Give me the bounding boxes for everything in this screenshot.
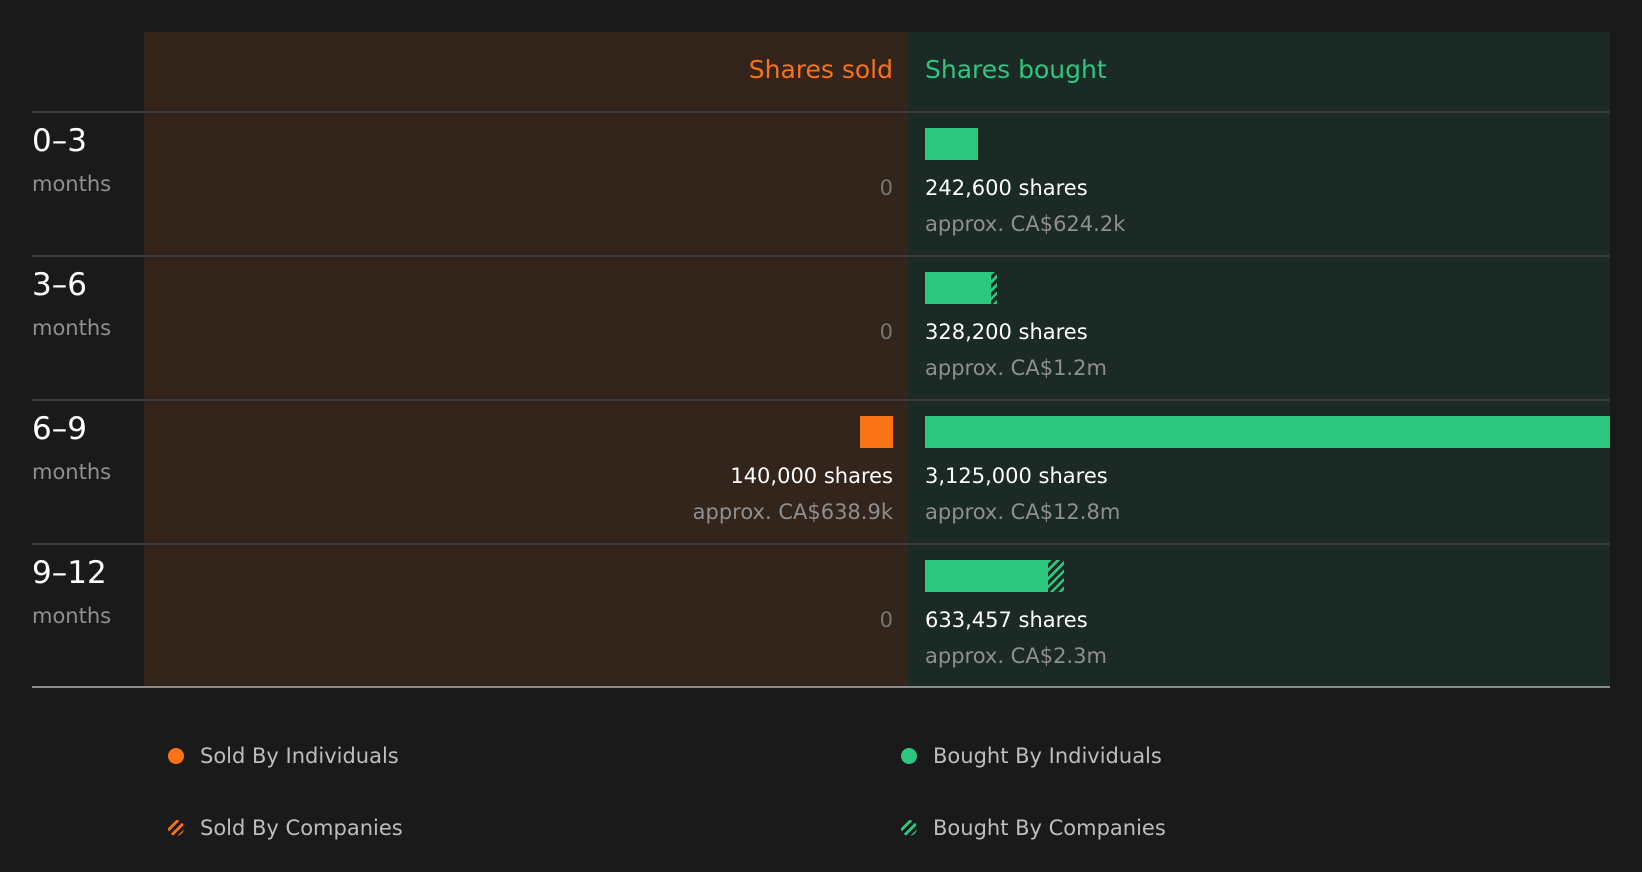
legend-bought-companies: Bought By Companies [933, 816, 1166, 840]
shares-bought-header: Shares bought [925, 55, 1107, 84]
bought-shares-label: 242,600 shares [925, 176, 1088, 200]
sold-value-label: approx. CA$638.9k [692, 500, 893, 524]
sold-panel [144, 32, 908, 687]
bought-companies-legend-icon [901, 820, 917, 836]
bought-individuals-bar [925, 272, 991, 304]
row-divider [32, 111, 1610, 113]
bought-value-label: approx. CA$2.3m [925, 644, 1107, 668]
period-label: 0–3 [32, 123, 87, 159]
bought-shares-label: 3,125,000 shares [925, 464, 1108, 488]
bought-value-label: approx. CA$1.2m [925, 356, 1107, 380]
insider-trading-chart: Shares sold Shares bought 0–3 months 0 2… [0, 0, 1642, 872]
sold-zero-label: 0 [879, 608, 893, 632]
legend-sold-individuals: Sold By Individuals [200, 744, 399, 768]
bought-value-label: approx. CA$624.2k [925, 212, 1126, 236]
row-divider [32, 255, 1610, 257]
sold-zero-label: 0 [879, 320, 893, 344]
sold-companies-legend-icon [168, 820, 184, 836]
bought-value-label: approx. CA$12.8m [925, 500, 1121, 524]
bought-individuals-bar [925, 560, 1048, 592]
period-unit: months [32, 460, 112, 484]
baseline [32, 686, 1610, 688]
bought-individuals-bar [925, 416, 1610, 448]
sold-zero-label: 0 [879, 176, 893, 200]
period-label: 6–9 [32, 411, 87, 447]
bought-shares-label: 633,457 shares [925, 608, 1088, 632]
period-label: 3–6 [32, 267, 87, 303]
sold-shares-label: 140,000 shares [730, 464, 893, 488]
row-divider [32, 399, 1610, 401]
period-unit: months [32, 604, 112, 628]
bought-companies-bar [990, 272, 997, 304]
row-divider [32, 543, 1610, 545]
period-unit: months [32, 172, 112, 196]
legend-sold-companies: Sold By Companies [200, 816, 403, 840]
period-label: 9–12 [32, 555, 107, 591]
bought-individuals-bar [925, 128, 979, 160]
bought-companies-bar [1047, 560, 1064, 592]
bought-individuals-legend-icon [901, 748, 917, 764]
bought-shares-label: 328,200 shares [925, 320, 1088, 344]
sold-individuals-legend-icon [168, 748, 184, 764]
legend-bought-individuals: Bought By Individuals [933, 744, 1162, 768]
sold-individuals-bar [860, 416, 893, 448]
shares-sold-header: Shares sold [748, 55, 893, 84]
period-unit: months [32, 316, 112, 340]
